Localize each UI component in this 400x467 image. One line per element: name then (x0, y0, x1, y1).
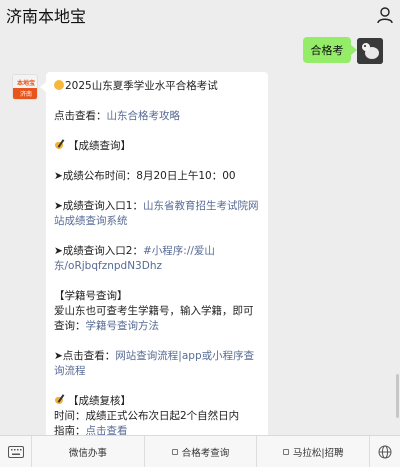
user-avatar[interactable] (357, 38, 383, 64)
page-title: 济南本地宝 (6, 7, 87, 26)
message-line: 时间：成绩正式公布次日起2个自然日内 (54, 409, 260, 424)
message-line: ➤点击查看：网站查询流程|app或小程序查询流程 (54, 349, 260, 379)
message-text: 【成绩查询】 (68, 140, 131, 152)
message-line: 【成绩查询】 (54, 139, 260, 154)
message-text: ➤成绩查询入口2： (54, 245, 143, 257)
message-text: ➤点击查看： (54, 350, 116, 362)
menu-item-label: 微信办事 (68, 447, 107, 459)
bot-avatar-logo: 本地宝 (16, 80, 35, 87)
menu-item-0[interactable]: 微信办事 (32, 435, 145, 467)
message-line: 指南：点击查看 (54, 424, 260, 435)
message-text: 【成绩复核】 (68, 395, 131, 407)
menu-item-1[interactable]: 合格考查询 (145, 435, 258, 467)
bottom-menu-bar: 微信办事 合格考查询 马拉松|招聘 (0, 435, 400, 467)
bot-avatar[interactable]: 本地宝 济南 (12, 74, 38, 100)
message-link[interactable]: 点击查看 (86, 425, 128, 435)
top-bar: 济南本地宝 (0, 0, 400, 30)
chat-area[interactable]: 合格考 本地宝 济南 2025山东夏季学业水平合格考试 点击查看：山东合格考攻略【… (0, 30, 400, 435)
message-link[interactable]: 山东合格考攻略 (107, 110, 181, 122)
user-message-text: 合格考 (310, 44, 344, 57)
message-text: ➤成绩查询入口1： (54, 200, 143, 212)
message-text: ➤成绩公布时间：8月20日上午10：00 (54, 170, 236, 182)
message-line: 2025山东夏季学业水平合格考试 (54, 79, 260, 94)
message-link[interactable]: 学籍号查询方法 (86, 320, 160, 332)
writing-hand-icon (54, 139, 66, 150)
person-icon[interactable] (376, 6, 394, 24)
user-avatar-image (357, 38, 383, 64)
message-text: 时间：成绩正式公布次日起2个自然日内 (54, 410, 240, 422)
message-line: 点击查看：山东合格考攻略 (54, 109, 260, 124)
menu-icon (282, 448, 289, 455)
bot-avatar-city: 济南 (13, 88, 37, 99)
keyboard-icon (7, 445, 24, 458)
message-line: ➤成绩查询入口1：山东省教育招生考试院网站成绩查询系统 (54, 199, 260, 229)
message-text: 【学籍号查询】 (54, 290, 128, 302)
message-line: 爱山东也可查考生学籍号，输入学籍，即可查询：学籍号查询方法 (54, 304, 260, 334)
globe-button[interactable] (370, 436, 400, 467)
menu-item-label: 合格考查询 (181, 447, 230, 459)
scrollbar-thumb[interactable] (396, 374, 399, 418)
message-line: ➤成绩公布时间：8月20日上午10：00 (54, 169, 260, 184)
message-line: 【学籍号查询】 (54, 289, 260, 304)
sun-icon (54, 80, 64, 90)
globe-icon (378, 445, 392, 458)
writing-hand-icon (54, 394, 66, 405)
user-message-bubble[interactable]: 合格考 (303, 37, 357, 63)
message-text: 指南： (54, 425, 86, 435)
keyboard-button[interactable] (0, 435, 32, 467)
menu-item-label: 马拉松|招聘 (292, 447, 344, 459)
menu-item-2[interactable]: 马拉松|招聘 (257, 435, 371, 467)
bot-message-bubble: 2025山东夏季学业水平合格考试点击查看：山东合格考攻略【成绩查询】 ➤成绩公布时… (40, 72, 268, 435)
message-text: 2025山东夏季学业水平合格考试 (65, 80, 218, 92)
message-text: 点击查看： (54, 110, 107, 122)
message-line: 【成绩复核】 (54, 394, 260, 409)
message-line: ➤成绩查询入口2：#小程序://爱山东/oRjbqfznpdN3Dhz (54, 244, 260, 274)
menu-icon (171, 448, 178, 455)
